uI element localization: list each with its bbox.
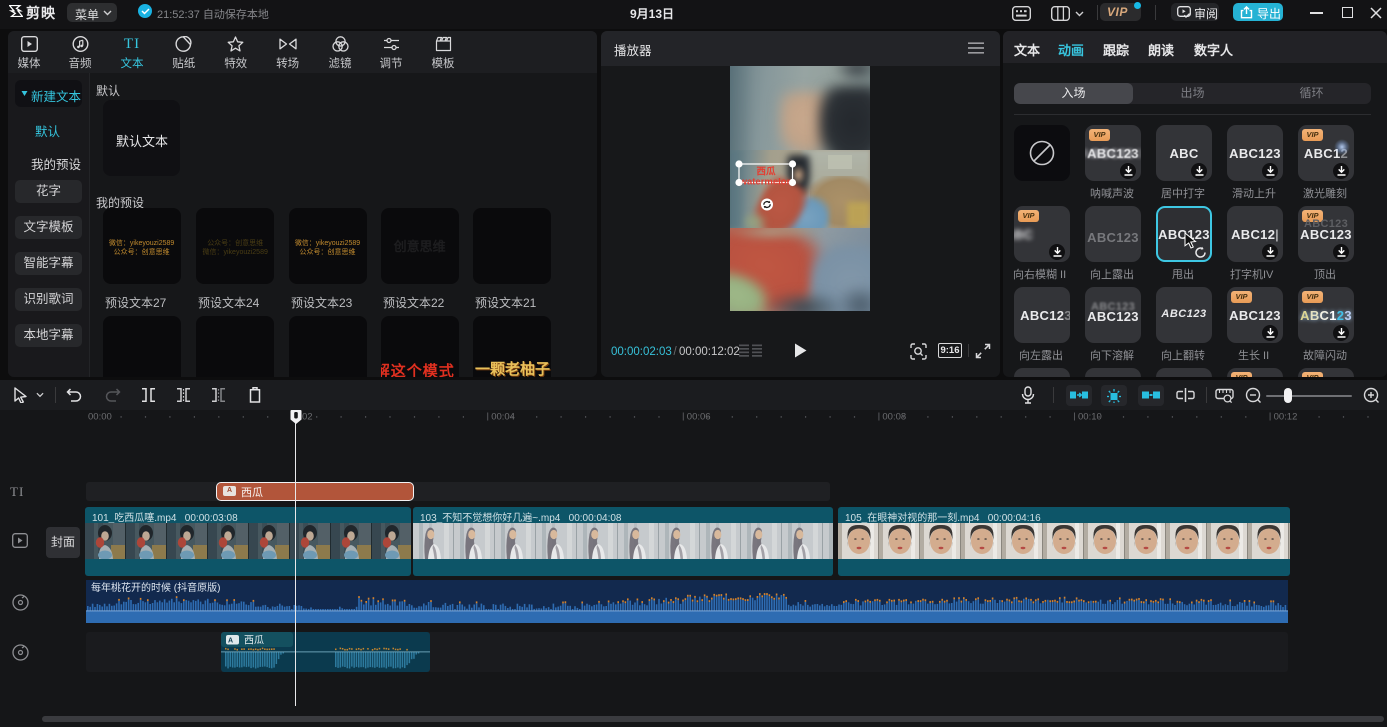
svg-text:西瓜: 西瓜 (244, 635, 264, 647)
svg-text:00:06: 00:06 (687, 412, 711, 423)
svg-text:00:08: 00:08 (882, 412, 906, 423)
svg-text:00:00: 00:00 (88, 412, 112, 423)
svg-text:02: 02 (302, 412, 313, 423)
svg-text:00:04: 00:04 (491, 412, 515, 423)
svg-text:A: A (228, 638, 233, 645)
svg-text:watermelon: watermelon (739, 177, 793, 188)
svg-text:每年桃花开的时候 (抖音原版): 每年桃花开的时候 (抖音原版) (91, 581, 220, 594)
svg-text:00:12: 00:12 (1274, 412, 1298, 423)
svg-text:00:10: 00:10 (1078, 412, 1102, 423)
